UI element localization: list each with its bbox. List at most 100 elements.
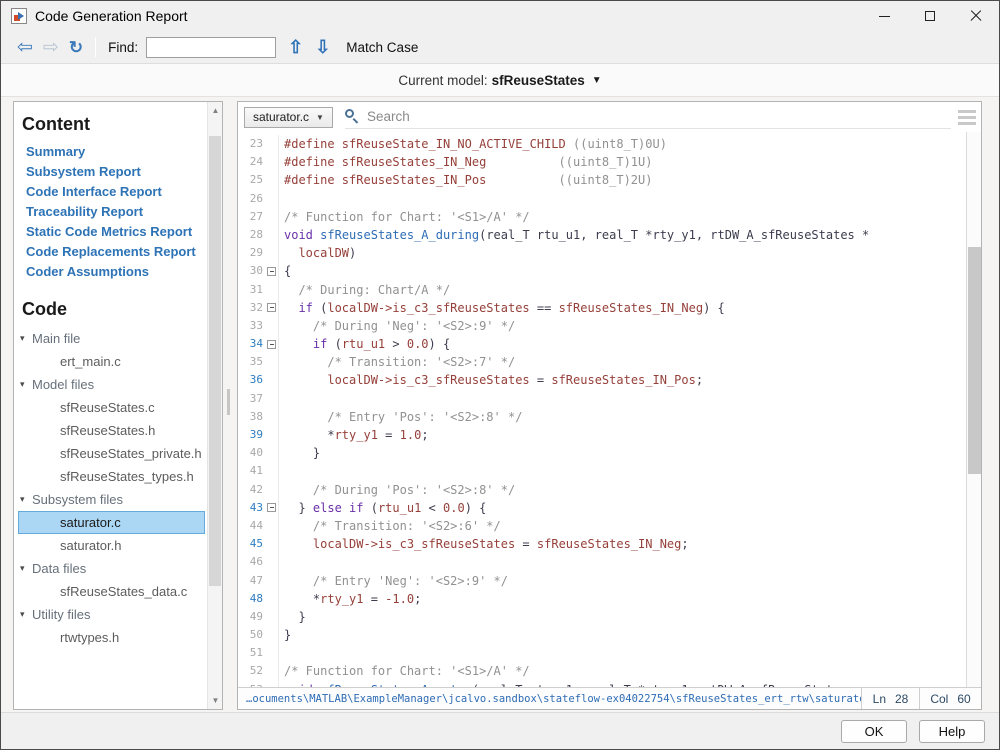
tree-item-label: Data files <box>32 557 86 580</box>
fold-toggle-icon[interactable] <box>267 503 276 512</box>
line-number: 23 <box>238 135 263 153</box>
column-indicator-value: 60 <box>957 692 970 706</box>
line-number[interactable]: 34 <box>238 335 263 353</box>
fold-dash <box>270 344 274 345</box>
chevron-down-icon: ▾ <box>18 488 32 511</box>
fold-column <box>263 462 278 480</box>
current-model-dropdown[interactable]: sfReuseStates <box>492 73 585 88</box>
content-link-code-interface-report[interactable]: Code Interface Report <box>26 182 207 202</box>
match-case-toggle[interactable]: Match Case <box>346 40 418 55</box>
tree-item-label: rtwtypes.h <box>18 626 119 649</box>
tree-item-label: Utility files <box>32 603 91 626</box>
fold-column <box>263 281 278 299</box>
scroll-down-icon[interactable]: ▼ <box>208 693 223 708</box>
line-number[interactable]: 45 <box>238 535 263 553</box>
content-link-code-replacements-report[interactable]: Code Replacements Report <box>26 242 207 262</box>
fold-column <box>263 662 278 680</box>
maximize-button[interactable] <box>907 1 953 31</box>
close-button[interactable] <box>953 1 999 31</box>
line-number[interactable]: 48 <box>238 590 263 608</box>
panel-splitter[interactable] <box>227 389 230 415</box>
code-text: } else if (rtu_u1 < 0.0) { <box>278 499 966 517</box>
code-line: 24#define sfReuseStates_IN_Neg ((uint8_T… <box>238 153 966 171</box>
find-input[interactable] <box>146 37 276 58</box>
tree-item-subsystem-files[interactable]: ▾Subsystem files <box>18 488 205 511</box>
tree-item-sfreusestates-h[interactable]: sfReuseStates.h <box>18 419 205 442</box>
sidebar-scrollbar[interactable]: ▲ ▼ <box>207 102 222 709</box>
fold-column <box>263 371 278 389</box>
search-icon <box>345 109 360 124</box>
code-text: /* Function for Chart: '<S1>/A' */ <box>278 662 966 680</box>
content-region: Content SummarySubsystem ReportCode Inte… <box>1 97 999 712</box>
code-text: /* During 'Pos': '<S2>:8' */ <box>278 481 966 499</box>
back-button[interactable]: ⇦ <box>17 38 33 57</box>
refresh-button[interactable]: ↻ <box>69 39 83 56</box>
tree-item-ert-main-c[interactable]: ert_main.c <box>18 350 205 373</box>
forward-button[interactable]: ⇨ <box>43 38 59 57</box>
app-icon <box>11 8 27 24</box>
tree-item-sfreusestates-data-c[interactable]: sfReuseStates_data.c <box>18 580 205 603</box>
code-text: #define sfReuseStates_IN_Pos ((uint8_T)2… <box>278 171 966 189</box>
code-line: 27/* Function for Chart: '<S1>/A' */ <box>238 208 966 226</box>
search-input[interactable] <box>367 109 951 124</box>
fold-toggle-icon[interactable] <box>267 267 276 276</box>
line-number[interactable]: 39 <box>238 426 263 444</box>
line-number[interactable]: 36 <box>238 371 263 389</box>
fold-column <box>263 353 278 371</box>
find-next-icon[interactable]: ⇩ <box>315 38 330 56</box>
tree-item-main-file[interactable]: ▾Main file <box>18 327 205 350</box>
code-generation-report-window: Code Generation Report ⇦ ⇨ ↻ Find: ⇧ ⇩ M… <box>0 0 1000 750</box>
tree-item-sfreusestates-c[interactable]: sfReuseStates.c <box>18 396 205 419</box>
sidebar-scrollbar-thumb[interactable] <box>209 136 221 586</box>
content-link-static-code-metrics-report[interactable]: Static Code Metrics Report <box>26 222 207 242</box>
code-scrollbar[interactable] <box>966 132 981 687</box>
code-text: #define sfReuseState_IN_NO_ACTIVE_CHILD … <box>278 135 966 153</box>
tree-item-sfreusestates-private-h[interactable]: sfReuseStates_private.h <box>18 442 205 465</box>
tree-item-label: sfReuseStates_data.c <box>18 580 187 603</box>
code-line: 26 <box>238 190 966 208</box>
line-number: 31 <box>238 281 263 299</box>
line-number: 27 <box>238 208 263 226</box>
tree-item-sfreusestates-types-h[interactable]: sfReuseStates_types.h <box>18 465 205 488</box>
fold-toggle-icon[interactable] <box>267 340 276 349</box>
line-number[interactable]: 43 <box>238 499 263 517</box>
find-previous-icon[interactable]: ⇧ <box>288 38 303 56</box>
content-link-subsystem-report[interactable]: Subsystem Report <box>26 162 207 182</box>
scroll-up-icon[interactable]: ▲ <box>208 103 223 118</box>
tree-item-rtwtypes-h[interactable]: rtwtypes.h <box>18 626 205 649</box>
fold-column <box>263 299 278 317</box>
content-link-coder-assumptions[interactable]: Coder Assumptions <box>26 262 207 282</box>
fold-column <box>263 262 278 280</box>
tree-item-saturator-c[interactable]: saturator.c <box>18 511 205 534</box>
code-scrollbar-thumb[interactable] <box>968 247 981 474</box>
code-line: 50} <box>238 626 966 644</box>
tree-item-utility-files[interactable]: ▾Utility files <box>18 603 205 626</box>
tree-item-saturator-h[interactable]: saturator.h <box>18 534 205 557</box>
code-line: 46 <box>238 553 966 571</box>
chevron-down-icon[interactable]: ▼ <box>592 75 602 86</box>
help-button[interactable]: Help <box>919 720 985 743</box>
line-number: 24 <box>238 153 263 171</box>
content-links: SummarySubsystem ReportCode Interface Re… <box>14 142 207 282</box>
fold-column <box>263 608 278 626</box>
fold-column <box>263 499 278 517</box>
line-number: 47 <box>238 572 263 590</box>
tree-item-label: sfReuseStates.c <box>18 396 155 419</box>
line-number: 28 <box>238 226 263 244</box>
content-link-traceability-report[interactable]: Traceability Report <box>26 202 207 222</box>
line-number: 51 <box>238 644 263 662</box>
fold-toggle-icon[interactable] <box>267 303 276 312</box>
menu-icon[interactable] <box>958 110 976 128</box>
file-selector-dropdown[interactable]: saturator.c ▼ <box>244 107 333 128</box>
code-text: /* Transition: '<S2>:7' */ <box>278 353 966 371</box>
tree-item-model-files[interactable]: ▾Model files <box>18 373 205 396</box>
code-line: 47 /* Entry 'Neg': '<S2>:9' */ <box>238 572 966 590</box>
tree-item-data-files[interactable]: ▾Data files <box>18 557 205 580</box>
ok-button[interactable]: OK <box>841 720 907 743</box>
toolbar-separator <box>95 37 96 57</box>
fold-column <box>263 390 278 408</box>
minimize-button[interactable] <box>861 1 907 31</box>
code-text: /* During: Chart/A */ <box>278 281 966 299</box>
content-link-summary[interactable]: Summary <box>26 142 207 162</box>
fold-column <box>263 553 278 571</box>
